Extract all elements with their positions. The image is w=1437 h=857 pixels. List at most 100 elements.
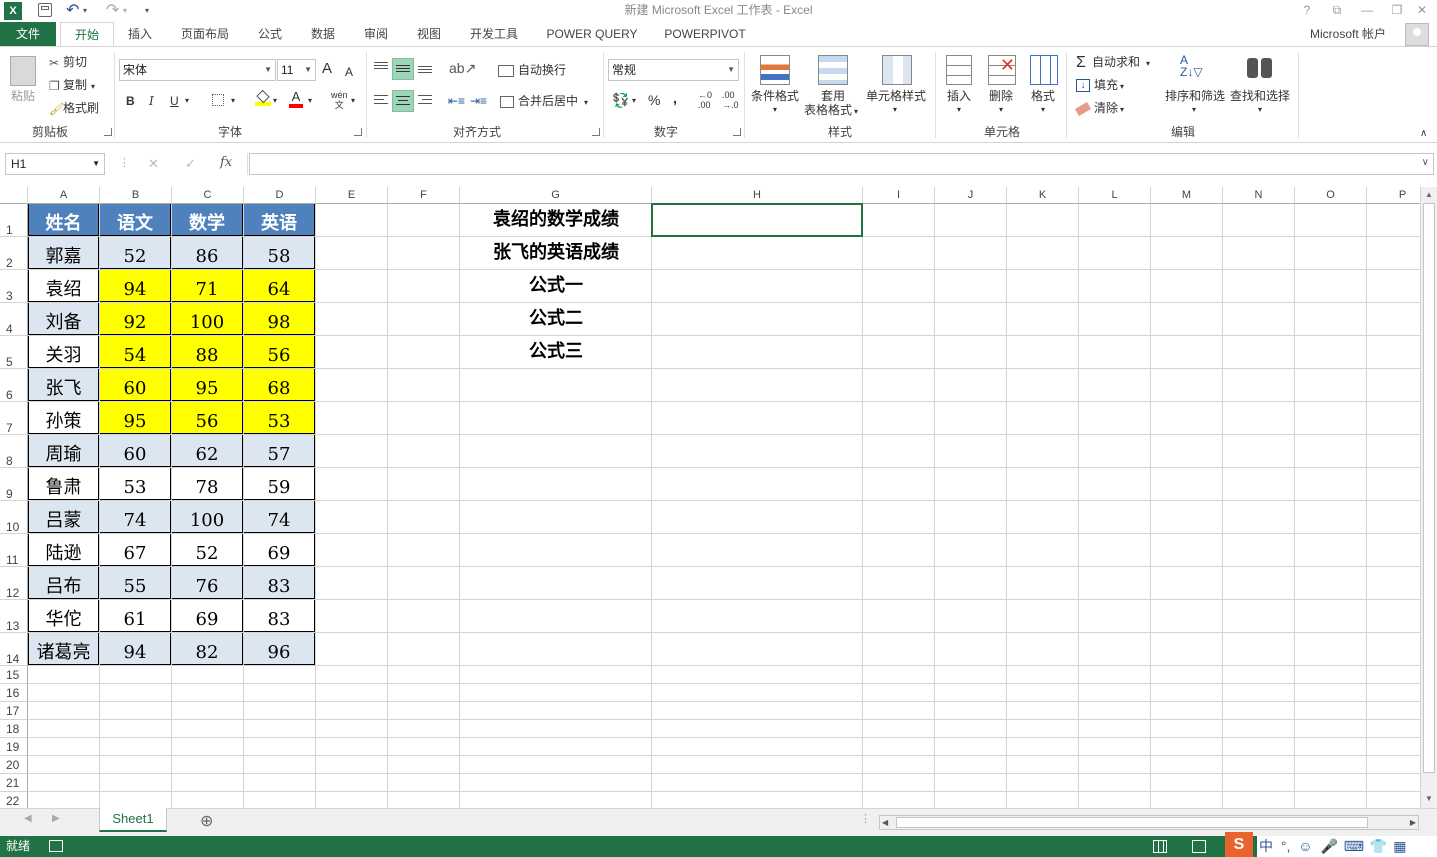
fill-button[interactable]: ↓ 填充 ▾ — [1076, 77, 1124, 95]
align-right-icon[interactable] — [416, 92, 434, 110]
column-header-o[interactable]: O — [1295, 187, 1367, 204]
tab-developer[interactable]: 开发工具 — [462, 22, 526, 47]
table-cell[interactable]: 92 — [100, 303, 171, 335]
table-cell[interactable]: 76 — [172, 567, 243, 599]
row-header-9[interactable]: 9 — [0, 468, 28, 501]
macro-record-icon[interactable] — [49, 840, 63, 852]
label-cell-g3[interactable]: 公式一 — [460, 270, 652, 302]
column-header-p[interactable]: P — [1367, 187, 1420, 204]
row-header-14[interactable]: 14 — [0, 633, 28, 666]
fill-color-dropdown-icon[interactable]: ▾ — [273, 93, 277, 109]
column-header-a[interactable]: A — [28, 187, 100, 204]
borders-icon[interactable] — [212, 94, 224, 106]
label-cell-g1[interactable]: 袁绍的数学成绩 — [460, 204, 652, 236]
table-cell[interactable]: 吕布 — [28, 567, 99, 599]
row-header-17[interactable]: 17 — [0, 702, 28, 720]
tab-insert[interactable]: 插入 — [120, 22, 160, 47]
horizontal-scrollbar[interactable]: ◀ ▶ — [879, 815, 1419, 830]
tab-home[interactable]: 开始 — [60, 22, 114, 47]
table-cell[interactable]: 69 — [244, 534, 315, 566]
table-cell[interactable]: 58 — [244, 237, 315, 269]
font-color-dropdown-icon[interactable]: ▾ — [308, 93, 312, 109]
scroll-up-icon[interactable]: ▲ — [1421, 187, 1437, 203]
row-header-7[interactable]: 7 — [0, 402, 28, 435]
decrease-decimal-icon[interactable]: .00 →.0 — [722, 90, 739, 110]
conditional-format-dropdown-icon[interactable]: ▾ — [773, 102, 777, 118]
autosum-button[interactable]: Σ 自动求和 ▾ — [1076, 54, 1150, 72]
insert-cells-icon[interactable] — [946, 55, 972, 85]
cut-button[interactable]: ✂ 剪切 — [49, 54, 87, 71]
align-center-icon[interactable] — [392, 90, 414, 112]
column-header-d[interactable]: D — [244, 187, 316, 204]
row-header-16[interactable]: 16 — [0, 684, 28, 702]
column-header-i[interactable]: I — [863, 187, 935, 204]
increase-indent-icon[interactable]: ⇥≡ — [470, 93, 487, 109]
align-middle-icon[interactable] — [392, 58, 414, 80]
find-dropdown-icon[interactable]: ▾ — [1258, 102, 1262, 118]
page-layout-view-icon[interactable] — [1192, 840, 1206, 853]
table-cell[interactable]: 100 — [172, 501, 243, 533]
confirm-entry-button[interactable]: ✓ — [185, 156, 196, 172]
minimize-button[interactable]: — — [1352, 0, 1382, 20]
table-cell[interactable]: 诸葛亮 — [28, 633, 99, 665]
table-cell[interactable]: 52 — [100, 237, 171, 269]
worksheet-grid[interactable]: A B C D E F G H I J K L M N O P 1 2 3 4 5 6 7 8 9 10 11 12 13 14 15 16 1… — [0, 187, 1420, 808]
row-header-18[interactable]: 18 — [0, 720, 28, 738]
table-cell[interactable]: 78 — [172, 468, 243, 500]
skin-icon[interactable]: 👕 — [1370, 838, 1387, 854]
table-cell[interactable]: 袁绍 — [28, 270, 99, 302]
table-cell[interactable]: 69 — [172, 600, 243, 632]
font-launcher-icon[interactable] — [354, 128, 362, 136]
grow-font-button[interactable]: A — [322, 61, 332, 77]
font-color-icon[interactable]: A — [289, 90, 303, 108]
merge-center-button[interactable]: 合并后居中 ▾ — [500, 93, 588, 111]
cell-styles-dropdown-icon[interactable]: ▾ — [893, 102, 897, 118]
table-cell[interactable]: 刘备 — [28, 303, 99, 335]
label-cell-g4[interactable]: 公式二 — [460, 303, 652, 335]
row-header-3[interactable]: 3 — [0, 270, 28, 303]
table-cell[interactable]: 100 — [172, 303, 243, 335]
column-header-f[interactable]: F — [388, 187, 460, 204]
emoji-icon[interactable]: ☺ — [1298, 838, 1312, 854]
row-header-22[interactable]: 22 — [0, 792, 28, 808]
row-header-13[interactable]: 13 — [0, 600, 28, 633]
label-cell-g2[interactable]: 张飞的英语成绩 — [460, 237, 652, 269]
insert-function-button[interactable]: fx — [220, 155, 232, 170]
paste-button[interactable]: 粘贴 — [11, 88, 35, 104]
table-cell[interactable]: 郭嘉 — [28, 237, 99, 269]
row-header-10[interactable]: 10 — [0, 501, 28, 534]
table-cell[interactable]: 59 — [244, 468, 315, 500]
table-cell[interactable]: 55 — [100, 567, 171, 599]
table-cell[interactable]: 陆逊 — [28, 534, 99, 566]
column-header-l[interactable]: L — [1079, 187, 1151, 204]
column-header-c[interactable]: C — [172, 187, 244, 204]
ribbon-display-button[interactable]: ⧉ — [1322, 0, 1352, 20]
horizontal-scroll-thumb[interactable] — [896, 817, 1368, 828]
increase-decimal-button[interactable]: ←0.00 — [698, 90, 712, 110]
row-header-8[interactable]: 8 — [0, 435, 28, 468]
table-cell[interactable]: 60 — [100, 369, 171, 401]
paste-icon[interactable] — [10, 56, 36, 86]
row-header-20[interactable]: 20 — [0, 756, 28, 774]
table-header-cell[interactable]: 英语 — [244, 204, 315, 236]
ime-logo-icon[interactable]: S — [1225, 832, 1253, 857]
column-header-b[interactable]: B — [100, 187, 172, 204]
borders-dropdown-icon[interactable]: ▾ — [231, 93, 235, 109]
row-header-21[interactable]: 21 — [0, 774, 28, 792]
ime-language[interactable]: 中 — [1259, 838, 1273, 854]
table-cell[interactable]: 95 — [100, 402, 171, 434]
table-cell[interactable]: 孙策 — [28, 402, 99, 434]
wrap-text-button[interactable]: 自动换行 — [498, 62, 566, 78]
ime-punctuation[interactable]: °, — [1281, 838, 1291, 854]
copy-button[interactable]: ❐ 复制 ▾ — [49, 77, 95, 95]
table-header-cell[interactable]: 语文 — [100, 204, 171, 236]
table-cell[interactable]: 张飞 — [28, 369, 99, 401]
microphone-icon[interactable]: 🎤 — [1320, 838, 1337, 854]
scroll-right-icon[interactable]: ▶ — [1410, 816, 1416, 829]
table-cell[interactable]: 64 — [244, 270, 315, 302]
active-cell-selection[interactable] — [651, 203, 863, 237]
column-header-k[interactable]: K — [1007, 187, 1079, 204]
align-left-icon[interactable] — [372, 92, 390, 110]
tab-formulas[interactable]: 公式 — [250, 22, 290, 47]
table-cell[interactable]: 96 — [244, 633, 315, 665]
